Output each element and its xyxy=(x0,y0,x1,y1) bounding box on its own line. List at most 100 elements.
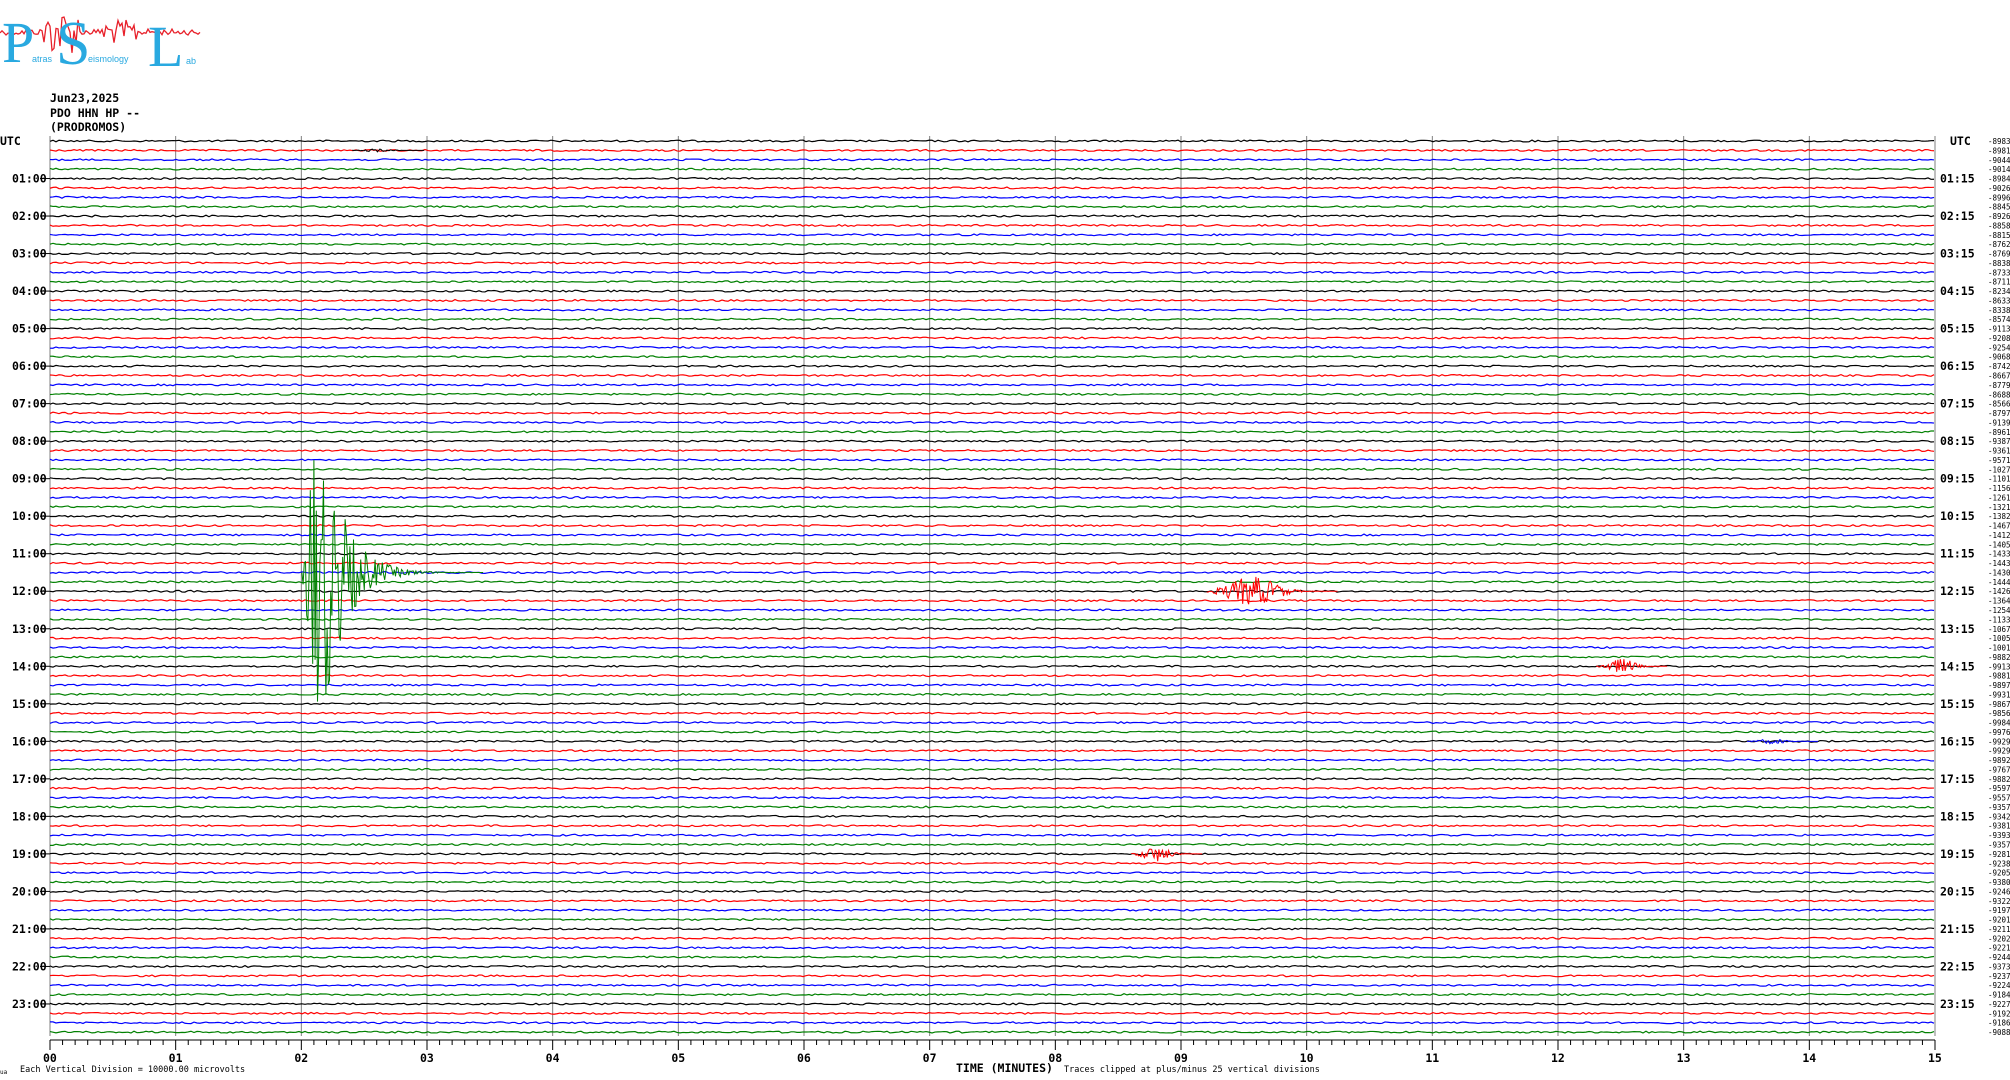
trace-offset-label: -9929 xyxy=(1988,747,2010,756)
trace-offset-label: -9208 xyxy=(1988,334,2010,343)
seismic-trace xyxy=(49,252,1935,256)
seismic-trace xyxy=(49,974,1935,978)
seismic-trace xyxy=(49,833,1935,837)
trace-offset-label: -8838 xyxy=(1988,259,2010,268)
seismic-trace xyxy=(49,420,1935,424)
seismic-trace xyxy=(49,1021,1935,1025)
trace-offset-label: -8733 xyxy=(1988,268,2010,277)
seismic-trace xyxy=(49,139,1935,143)
seismic-trace xyxy=(49,158,1935,162)
seismic-trace xyxy=(49,308,1935,312)
right-hour-label: 15:15 xyxy=(1940,697,1975,711)
trace-offset-label: -9882 xyxy=(1988,653,2010,662)
trace-offset-label: -9892 xyxy=(1988,756,2010,765)
seismic-trace xyxy=(49,636,1935,640)
seismic-trace xyxy=(49,439,1935,443)
scale-note: Each Vertical Division = 10000.00 microv… xyxy=(20,1065,245,1075)
trace-offset-label: -8769 xyxy=(1988,250,2010,259)
seismic-trace xyxy=(49,327,1935,331)
trace-offset-label: -9856 xyxy=(1988,709,2010,718)
seismic-trace xyxy=(49,955,1935,959)
trace-offset-label: -9357 xyxy=(1988,841,2010,850)
trace-offset-label: -14335 xyxy=(1988,550,2010,559)
seismic-trace xyxy=(49,871,1935,875)
seismic-trace xyxy=(49,946,1935,950)
trace-offset-label: -9342 xyxy=(1988,812,2010,821)
right-hour-label: 13:15 xyxy=(1940,622,1975,636)
seismic-trace xyxy=(49,355,1935,359)
x-tick-label: 03 xyxy=(420,1051,434,1065)
trace-offset-label: -9201 xyxy=(1988,916,2010,925)
trace-offset-label: -14121 xyxy=(1988,531,2010,540)
seismic-trace xyxy=(49,842,1935,847)
seismic-trace xyxy=(49,486,1935,490)
seismic-trace xyxy=(49,505,1935,509)
trace-offset-label: -9373 xyxy=(1988,962,2010,971)
right-hour-label: 22:15 xyxy=(1940,959,1975,973)
trace-offset-label: -8984 xyxy=(1988,175,2010,184)
corner-mark: ua xyxy=(0,1069,8,1076)
seismic-trace xyxy=(49,233,1935,237)
seismic-trace xyxy=(49,1030,1935,1034)
trace-offset-label: -9931 xyxy=(1988,690,2010,699)
seismic-trace xyxy=(49,205,1935,209)
trace-offset-label: -9387 xyxy=(1988,437,2010,446)
trace-offset-label: -9767 xyxy=(1988,765,2010,774)
x-tick-label: 01 xyxy=(169,1051,183,1065)
trace-offset-label: -9361 xyxy=(1988,447,2010,456)
right-hour-label: 05:15 xyxy=(1940,322,1975,336)
seismic-trace xyxy=(49,786,1935,790)
right-hour-label: 01:15 xyxy=(1940,172,1975,186)
trace-offset-label: -9192 xyxy=(1988,1009,2010,1018)
seismic-trace xyxy=(49,824,1935,828)
seismic-trace xyxy=(49,1011,1935,1015)
trace-offset-label: -9211 xyxy=(1988,925,2010,934)
trace-offset-label: -9202 xyxy=(1988,934,2010,943)
trace-offset-label: -9357 xyxy=(1988,803,2010,812)
seismic-trace xyxy=(49,514,1935,518)
trace-offset-label: -9984 xyxy=(1988,719,2010,728)
seismic-trace xyxy=(49,711,1935,715)
trace-offset-label: -11563 xyxy=(1988,484,2010,493)
x-tick-label: 00 xyxy=(43,1051,57,1065)
seismic-trace xyxy=(49,402,1935,406)
seismic-trace xyxy=(49,608,1935,612)
seismic-trace xyxy=(49,683,1935,687)
seismic-trace xyxy=(49,261,1935,265)
seismic-trace xyxy=(49,796,1935,800)
seismic-trace xyxy=(49,477,1935,481)
seismic-trace xyxy=(49,758,1935,762)
seismic-trace xyxy=(49,495,1935,500)
trace-offset-label: -8926 xyxy=(1988,212,2010,221)
trace-offset-label: -13218 xyxy=(1988,503,2010,512)
trace-offset-label: -8981 xyxy=(1988,146,2010,155)
trace-offset-label: -8983 xyxy=(1988,137,2010,146)
x-tick-label: 13 xyxy=(1677,1051,1691,1065)
trace-offset-label: -9597 xyxy=(1988,784,2010,793)
right-hour-label: 16:15 xyxy=(1940,734,1975,748)
helicorder-plot: 00 01 02 03 04 05 06 07 08 09 10 11 12 13 14 15 UTC 01:… xyxy=(0,134,2010,1076)
seismic-trace xyxy=(49,176,1935,181)
event-burst xyxy=(352,148,425,153)
trace-offset-label: -9882 xyxy=(1988,775,2010,784)
trace-offset-label: -8845 xyxy=(1988,203,2010,212)
seismic-trace xyxy=(49,467,1935,471)
seismic-trace xyxy=(49,373,1935,378)
right-hour-label: 11:15 xyxy=(1940,547,1975,561)
right-hour-label: 08:15 xyxy=(1940,434,1975,448)
seismic-trace xyxy=(49,889,1935,893)
seismic-trace xyxy=(49,364,1935,368)
trace-offset-label: -9393 xyxy=(1988,831,2010,840)
x-tick-label: 11 xyxy=(1425,1051,1439,1065)
seismic-trace xyxy=(49,861,1935,865)
trace-offset-label: -14051 xyxy=(1988,540,2010,549)
trace-offset-label: -9281 xyxy=(1988,850,2010,859)
seismic-trace xyxy=(49,674,1935,678)
right-hour-label: 20:15 xyxy=(1940,884,1975,898)
seismic-trace xyxy=(49,805,1935,809)
trace-offset-label: -9254 xyxy=(1988,343,2010,352)
right-hour-label: 09:15 xyxy=(1940,472,1975,486)
trace-offset-label: -8797 xyxy=(1988,409,2010,418)
seismic-trace xyxy=(49,242,1935,246)
seismic-trace xyxy=(50,214,1935,218)
